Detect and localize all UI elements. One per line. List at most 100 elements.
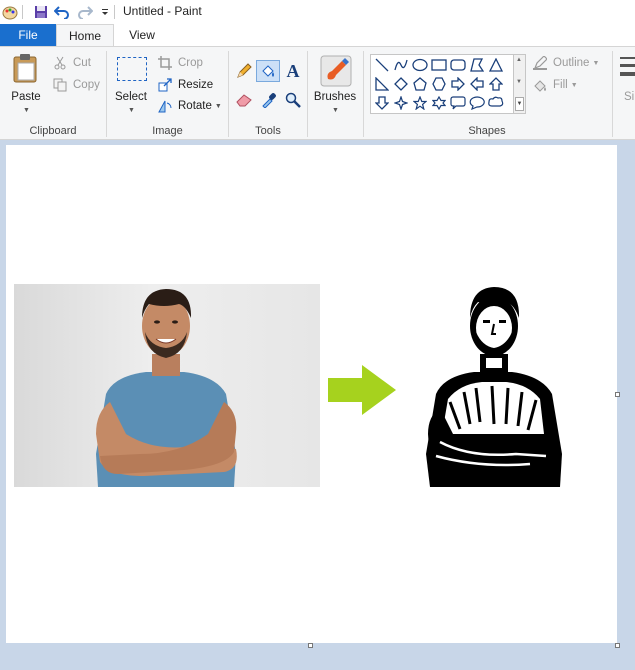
right-arrow-shape-icon[interactable]: [449, 75, 467, 93]
image-group: Select ▼ Crop Resize Rotate ▼ Image: [107, 47, 228, 141]
customize-icon[interactable]: [97, 4, 113, 20]
scroll-up-icon[interactable]: ▲: [516, 57, 522, 63]
paste-icon: [12, 53, 40, 83]
outline-dropdown-icon: ▼: [592, 59, 600, 67]
oval-shape-icon[interactable]: [411, 56, 429, 74]
group-divider: [612, 51, 613, 137]
cloud-callout-shape-icon[interactable]: [487, 94, 505, 112]
resize-button[interactable]: Resize: [157, 76, 213, 94]
tab-home[interactable]: Home: [56, 24, 114, 46]
tools-group: A Tools: [229, 47, 307, 141]
clipboard-group-label: Clipboard: [29, 125, 77, 137]
quick-access-divider: [22, 5, 23, 19]
brushes-dropdown-icon: ▼: [332, 107, 339, 114]
canvas-resize-handle-bottom[interactable]: [308, 643, 313, 648]
drawing-canvas[interactable]: [6, 145, 617, 643]
shapes-gallery: [370, 54, 514, 114]
down-arrow-shape-icon[interactable]: [373, 94, 391, 112]
cut-label: Cut: [73, 57, 91, 69]
rectangle-shape-icon[interactable]: [430, 56, 448, 74]
cut-button[interactable]: Cut: [52, 54, 91, 72]
crop-button[interactable]: Crop: [157, 54, 203, 72]
size-label-partial: Si: [624, 91, 635, 103]
rotate-dropdown-icon: ▼: [214, 102, 222, 110]
crop-label: Crop: [178, 57, 203, 69]
paste-button[interactable]: Paste ▼: [6, 53, 48, 117]
fill-shape-button[interactable]: Fill ▼: [532, 76, 578, 94]
outline-icon: [532, 55, 548, 71]
line-shape-icon[interactable]: [373, 56, 391, 74]
brushes-button[interactable]: Brushes ▼: [312, 53, 358, 117]
tab-file[interactable]: File: [0, 24, 56, 46]
rotate-button[interactable]: Rotate ▼: [157, 97, 222, 115]
five-point-star-shape-icon[interactable]: [411, 94, 429, 112]
outline-button[interactable]: Outline ▼: [532, 54, 599, 72]
right-triangle-shape-icon[interactable]: [373, 75, 391, 93]
image-group-label: Image: [152, 125, 183, 137]
copy-button[interactable]: Copy: [52, 76, 100, 94]
resize-label: Resize: [178, 79, 214, 91]
color-picker-icon[interactable]: [258, 89, 280, 111]
select-label: Select: [115, 91, 147, 103]
tools-group-label: Tools: [255, 125, 281, 137]
sketch-image: [420, 284, 570, 487]
title-divider: [114, 5, 115, 19]
fill-shape-label: Fill: [553, 79, 568, 91]
copy-label: Copy: [73, 79, 100, 91]
select-button[interactable]: Select ▼: [113, 53, 151, 117]
select-dropdown-icon: ▼: [128, 107, 135, 114]
rounded-rectangle-shape-icon[interactable]: [449, 56, 467, 74]
copy-icon: [52, 77, 68, 93]
canvas-resize-handle-right[interactable]: [615, 392, 620, 397]
shapes-group-label: Shapes: [468, 125, 506, 137]
redo-icon[interactable]: [77, 4, 93, 20]
brushes-label: Brushes: [313, 91, 357, 103]
brushes-icon: [320, 55, 352, 87]
window-title: Untitled - Paint: [123, 4, 202, 18]
text-icon[interactable]: A: [282, 60, 304, 82]
tab-view[interactable]: View: [118, 24, 166, 46]
polygon-shape-icon[interactable]: [468, 56, 486, 74]
photo-image: [14, 284, 320, 487]
gallery-expand-icon[interactable]: ▼: [515, 97, 524, 111]
pentagon-shape-icon[interactable]: [411, 75, 429, 93]
ribbon: Paste ▼ Cut Copy Clipboard Select ▼ Crop…: [0, 46, 635, 140]
rotate-label: Rotate: [178, 100, 212, 112]
size-icon[interactable]: [618, 55, 635, 85]
fill-shape-icon: [532, 77, 548, 93]
canvas-resize-handle-corner[interactable]: [615, 643, 620, 648]
fill-dropdown-icon: ▼: [570, 81, 578, 89]
brushes-group: Brushes ▼: [308, 47, 362, 141]
magnifier-icon[interactable]: [282, 89, 304, 111]
left-arrow-shape-icon[interactable]: [468, 75, 486, 93]
diamond-shape-icon[interactable]: [392, 75, 410, 93]
rounded-callout-shape-icon[interactable]: [449, 94, 467, 112]
paste-label: Paste: [11, 91, 41, 103]
resize-icon: [157, 77, 173, 93]
undo-icon[interactable]: [54, 4, 70, 20]
scroll-down-icon[interactable]: ▼: [516, 79, 522, 85]
clipboard-group: Paste ▼ Cut Copy Clipboard: [0, 47, 106, 141]
paint-app-icon[interactable]: [2, 4, 18, 20]
rotate-icon: [157, 98, 173, 114]
canvas-area[interactable]: [0, 141, 635, 670]
triangle-shape-icon[interactable]: [487, 56, 505, 74]
ribbon-tabs: File Home View: [0, 24, 635, 46]
shapes-gallery-scroll[interactable]: ▲ ▼ ▼: [514, 54, 526, 114]
title-bar: Untitled - Paint: [0, 0, 635, 24]
hexagon-shape-icon[interactable]: [430, 75, 448, 93]
curve-shape-icon[interactable]: [392, 56, 410, 74]
outline-label: Outline: [553, 57, 590, 69]
green-arrow-shape: [328, 365, 398, 415]
paste-dropdown-icon: ▼: [23, 107, 30, 114]
fill-icon[interactable]: [256, 60, 280, 82]
cut-icon: [52, 55, 68, 71]
crop-icon: [157, 55, 173, 71]
four-point-star-shape-icon[interactable]: [392, 94, 410, 112]
six-point-star-shape-icon[interactable]: [430, 94, 448, 112]
pencil-icon[interactable]: [233, 60, 255, 82]
eraser-icon[interactable]: [233, 89, 255, 111]
up-arrow-shape-icon[interactable]: [487, 75, 505, 93]
save-icon[interactable]: [33, 4, 49, 20]
oval-callout-shape-icon[interactable]: [468, 94, 486, 112]
